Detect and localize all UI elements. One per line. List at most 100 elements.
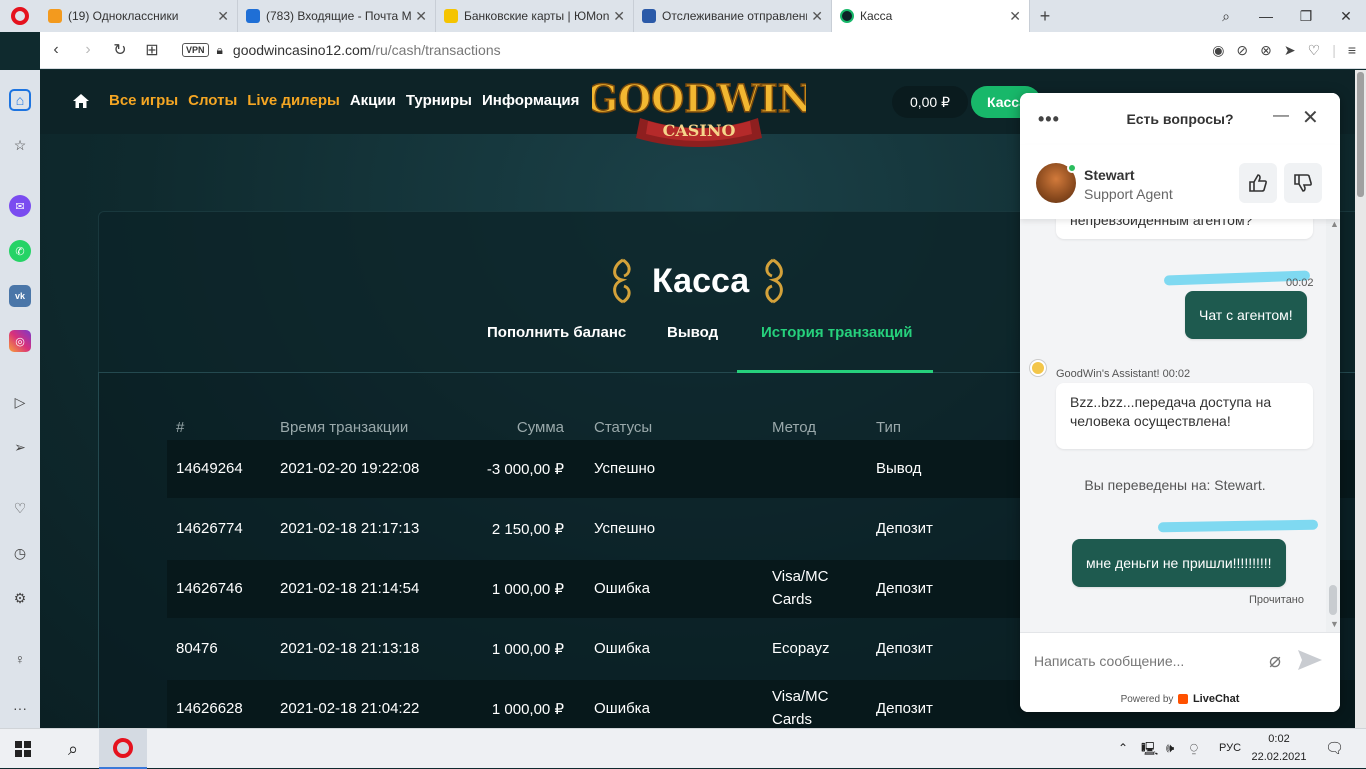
volume-icon[interactable]: 🕪︎ <box>1166 740 1174 756</box>
nav-live-dealers[interactable]: Live дилеры <box>247 92 340 109</box>
send-icon[interactable]: ➤ <box>1284 42 1296 59</box>
back-icon[interactable]: ‹ <box>40 41 72 59</box>
message-input[interactable]: Написать сообщение... <box>1034 653 1184 669</box>
home-icon[interactable] <box>72 92 90 110</box>
network-icon[interactable]: 🖳︎ <box>1141 740 1158 762</box>
forward-icon[interactable]: › <box>72 41 104 59</box>
redaction-mark <box>1157 519 1319 533</box>
new-tab-button[interactable]: + <box>1030 0 1060 32</box>
assistant-msg-line1: Bzz..bzz...передача доступа на <box>1070 394 1272 410</box>
settings-icon[interactable]: ⚙ <box>9 587 31 609</box>
search-icon[interactable]: ⌕ <box>50 729 96 769</box>
send-message-icon[interactable] <box>1297 649 1323 671</box>
speed-dial-icon[interactable]: ⊞ <box>136 40 168 60</box>
main-nav: Все игры Слоты Live дилеры Акции Турниры… <box>109 92 579 109</box>
clock-date[interactable]: 22.02.2021 <box>1250 751 1308 763</box>
minimize-icon[interactable]: — <box>1246 8 1286 24</box>
address-bar: ‹ › ↻ ⊞ VPN 🔒︎ goodwincasino12.com/ru/ca… <box>40 32 1366 69</box>
chat-scroll-thumb[interactable] <box>1329 585 1337 615</box>
col-header-amount: Сумма <box>516 419 564 436</box>
tab-history[interactable]: История транзакций <box>761 324 912 341</box>
close-tab-icon[interactable]: ✕ <box>811 8 823 25</box>
agent-role: Support Agent <box>1084 186 1173 202</box>
livechat-logo-icon <box>1178 694 1189 705</box>
close-tab-icon[interactable]: ✕ <box>1009 8 1021 25</box>
browser-tab-yumoney[interactable]: Банковские карты | ЮMoney ✕ <box>436 0 634 32</box>
vpn-badge[interactable]: VPN <box>182 43 209 57</box>
attach-icon[interactable]: ⌀ <box>1269 648 1281 673</box>
tab-deposit[interactable]: Пополнить баланс <box>487 324 626 341</box>
search-tabs-icon[interactable]: ⌕ <box>1206 8 1246 25</box>
menu-icon[interactable]: ≡ <box>1348 42 1356 59</box>
goodwin-favicon-icon <box>840 9 854 23</box>
cell-time: 2021-02-18 21:17:13 <box>280 520 420 537</box>
livechat-brand[interactable]: LiveChat <box>1193 693 1239 705</box>
close-tab-icon[interactable]: ✕ <box>217 8 229 25</box>
close-window-icon[interactable]: ✕ <box>1326 8 1366 25</box>
player-icon[interactable]: ▷ <box>9 391 31 413</box>
close-tab-icon[interactable]: ✕ <box>613 8 625 25</box>
cell-method-line2: Cards <box>772 711 813 728</box>
cell-amount: 1 000,00 ₽ <box>491 701 564 718</box>
nav-promotions[interactable]: Акции <box>350 92 396 109</box>
browser-tab-odnoklassniki[interactable]: (19) Одноклассники ✕ <box>40 0 238 32</box>
chat-close-icon[interactable]: ✕ <box>1302 105 1319 130</box>
reload-icon[interactable]: ↻ <box>104 40 136 60</box>
scroll-up-icon[interactable]: ▲ <box>1330 219 1339 229</box>
flow-icon[interactable]: ➢ <box>9 436 31 458</box>
page-scrollbar[interactable] <box>1355 70 1366 728</box>
opera-menu-button[interactable] <box>0 0 40 32</box>
lock-icon[interactable]: 🔒︎ <box>217 43 223 58</box>
restore-icon[interactable]: ❐ <box>1286 8 1326 25</box>
ornament-right-icon <box>765 258 783 304</box>
nav-all-games[interactable]: Все игры <box>109 92 178 109</box>
vk-icon[interactable]: vk <box>9 285 31 307</box>
nav-tournaments[interactable]: Турниры <box>406 92 472 109</box>
chat-scrollbar[interactable]: ▲ ▼ <box>1326 219 1340 632</box>
close-tab-icon[interactable]: ✕ <box>415 8 427 25</box>
home-sidebar-icon[interactable]: ⌂ <box>9 89 31 111</box>
scroll-down-icon[interactable]: ▼ <box>1330 619 1339 629</box>
cell-type: Депозит <box>876 580 933 597</box>
thumbs-down-button[interactable] <box>1284 163 1322 203</box>
balance-display[interactable]: 0,00 ₽ <box>892 86 968 118</box>
instagram-icon[interactable]: ◎ <box>9 330 31 352</box>
messenger-icon[interactable]: ✉ <box>9 195 31 217</box>
chat-message-user: мне деньги не пришли!!!!!!!!!! <box>1072 539 1286 587</box>
more-icon[interactable]: ··· <box>9 697 31 719</box>
browser-tab-kassa[interactable]: Касса ✕ <box>832 0 1030 32</box>
thumbs-up-button[interactable] <box>1239 163 1277 203</box>
cell-type: Депозит <box>876 640 933 657</box>
notifications-icon[interactable]: 🗨︎ <box>1325 739 1344 757</box>
tab-withdraw[interactable]: Вывод <box>667 324 718 341</box>
whatsapp-icon[interactable]: ✆ <box>9 240 31 262</box>
heart-icon[interactable]: ♡ <box>1308 42 1321 59</box>
tips-icon[interactable]: ♀ <box>9 648 31 670</box>
chat-minimize-icon[interactable]: — <box>1273 107 1289 125</box>
browser-tab-tracking[interactable]: Отслеживание отправлений ✕ <box>634 0 832 32</box>
camera-icon[interactable]: ◉ <box>1212 42 1224 59</box>
scrollbar-thumb[interactable] <box>1357 72 1364 197</box>
browser-tab-mail[interactable]: (783) Входящие - Почта Mail.ru ✕ <box>238 0 436 32</box>
adblock-icon[interactable]: ⊘ <box>1236 42 1248 59</box>
clock-time[interactable]: 0:02 <box>1254 733 1304 745</box>
active-tab-indicator <box>737 370 933 373</box>
taskbar-opera[interactable] <box>99 729 147 769</box>
history-icon[interactable]: ◷ <box>9 542 31 564</box>
tray-chevron-icon[interactable]: ⌃ <box>1118 741 1128 755</box>
nav-info[interactable]: Информация <box>482 92 579 109</box>
mic-icon[interactable]: ⍜ <box>1190 740 1198 756</box>
thumbs-down-icon <box>1294 174 1312 192</box>
chat-input-area[interactable]: Написать сообщение... ⌀ <box>1020 632 1340 688</box>
goodwin-casino-logo[interactable]: GOODWIN CASINO <box>592 76 806 152</box>
cell-id: 14626774 <box>176 520 243 537</box>
assistant-msg-line2: человека осуществлена! <box>1070 413 1231 429</box>
language-indicator[interactable]: РУС <box>1219 742 1241 754</box>
nav-slots[interactable]: Слоты <box>188 92 237 109</box>
cell-amount: 1 000,00 ₽ <box>491 641 564 658</box>
tracker-icon[interactable]: ⊗ <box>1260 42 1272 59</box>
start-button[interactable] <box>0 729 46 769</box>
favorites-icon[interactable]: ♡ <box>9 497 31 519</box>
url-field[interactable]: goodwincasino12.com/ru/cash/transactions <box>233 42 501 58</box>
bookmarks-icon[interactable]: ☆ <box>9 134 31 156</box>
